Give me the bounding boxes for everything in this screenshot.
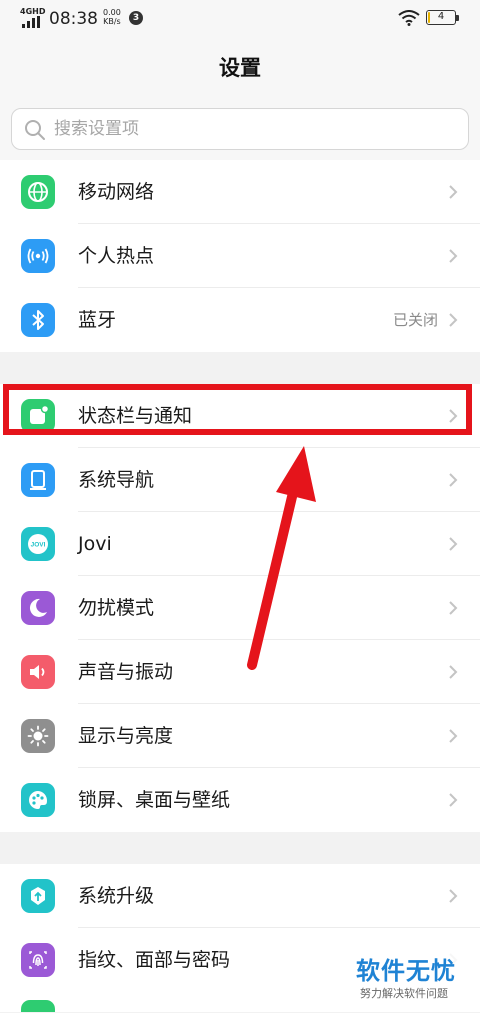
page-title: 设置	[219, 56, 261, 80]
globe-icon	[21, 175, 55, 209]
navigation-icon	[21, 463, 55, 497]
item-label: 锁屏、桌面与壁纸	[78, 789, 231, 811]
chevron-right-icon	[449, 601, 458, 615]
settings-item-mobile-network[interactable]: 移动网络	[0, 160, 480, 224]
jovi-icon: JOVI	[21, 527, 55, 561]
chevron-right-icon	[449, 473, 458, 487]
chevron-right-icon	[449, 313, 458, 327]
chevron-right-icon	[449, 249, 458, 263]
header: 设置	[0, 38, 480, 98]
item-label: 系统升级	[78, 885, 155, 907]
partial-item-icon	[21, 1000, 55, 1012]
item-label: 移动网络	[78, 181, 155, 203]
watermark-subtitle: 努力解决软件问题	[360, 987, 448, 1000]
item-label: 蓝牙	[78, 309, 117, 331]
battery-tip	[456, 15, 459, 21]
hotspot-icon	[21, 239, 55, 273]
settings-group-connectivity: 移动网络 个人热点 蓝牙 已关闭	[0, 160, 480, 352]
speed-value: 0.00	[103, 8, 121, 17]
chevron-right-icon	[449, 537, 458, 551]
palette-icon	[21, 783, 55, 817]
search-container: 搜索设置项	[0, 98, 480, 160]
settings-screen: 4GHD 08:38 0.00 KB/s 3 4 设置 搜索设置项 移动网络 个…	[0, 0, 480, 1013]
search-icon	[25, 120, 45, 140]
bluetooth-status: 已关闭	[392, 311, 438, 329]
network-speed: 0.00 KB/s	[103, 8, 121, 26]
fingerprint-icon	[21, 943, 55, 977]
status-bar: 4GHD 08:38 0.00 KB/s 3 4	[0, 0, 480, 38]
network-type: 4GHD	[20, 7, 46, 16]
wifi-icon	[398, 10, 420, 26]
item-label: Jovi	[78, 533, 112, 555]
watermark-logo: 软件无忧 努力解决软件问题	[350, 947, 472, 1003]
signal-icon	[22, 16, 40, 28]
item-label: 声音与振动	[78, 661, 174, 683]
search-input[interactable]: 搜索设置项	[11, 108, 469, 150]
brightness-icon	[21, 719, 55, 753]
speaker-icon	[21, 655, 55, 689]
settings-item-lockscreen-wallpaper[interactable]: 锁屏、桌面与壁纸	[0, 768, 480, 832]
bluetooth-icon	[21, 303, 55, 337]
settings-item-hotspot[interactable]: 个人热点	[0, 224, 480, 288]
chevron-right-icon	[449, 793, 458, 807]
settings-item-bluetooth[interactable]: 蓝牙 已关闭	[0, 288, 480, 352]
speed-unit: KB/s	[103, 17, 121, 26]
tutorial-highlight-box	[3, 384, 472, 435]
battery-icon: 4	[426, 10, 456, 25]
item-label: 指纹、面部与密码	[78, 949, 231, 971]
item-label: 显示与亮度	[78, 725, 174, 747]
watermark-title: 软件无忧	[356, 957, 456, 985]
settings-item-display-brightness[interactable]: 显示与亮度	[0, 704, 480, 768]
upgrade-icon	[21, 879, 55, 913]
settings-item-system-upgrade[interactable]: 系统升级	[0, 864, 480, 928]
battery-level: 4	[437, 11, 445, 22]
chevron-right-icon	[449, 185, 458, 199]
notification-count-badge: 3	[129, 11, 143, 25]
item-label: 系统导航	[78, 469, 155, 491]
item-label: 个人热点	[78, 245, 155, 267]
chevron-right-icon	[449, 729, 458, 743]
svg-text:JOVI: JOVI	[31, 542, 46, 549]
clock: 08:38	[49, 9, 98, 29]
moon-icon	[21, 591, 55, 625]
chevron-right-icon	[449, 889, 458, 903]
chevron-right-icon	[449, 665, 458, 679]
tutorial-arrow-icon	[247, 446, 316, 670]
item-label: 勿扰模式	[78, 597, 155, 619]
search-placeholder: 搜索设置项	[54, 119, 139, 139]
